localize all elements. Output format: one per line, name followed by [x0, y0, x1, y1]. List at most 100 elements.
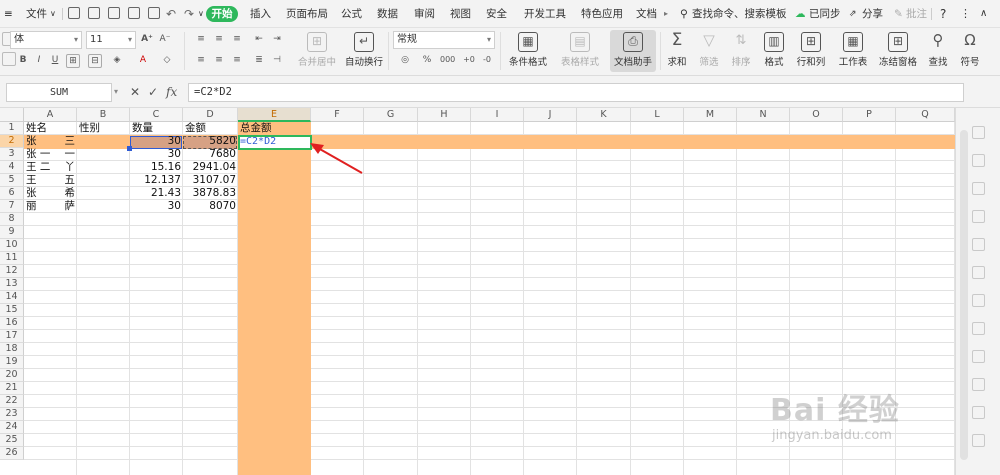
chevron-down-icon[interactable]: ▾: [114, 85, 118, 99]
side-panel-icon[interactable]: [972, 378, 985, 391]
clipboard-icon[interactable]: [2, 52, 16, 66]
row-header[interactable]: 8: [0, 213, 24, 226]
justify-icon[interactable]: ≣: [252, 54, 266, 68]
share-button[interactable]: 分享: [862, 6, 883, 22]
cell-quantity[interactable]: 15.16: [130, 161, 183, 174]
row-header[interactable]: 16: [0, 317, 24, 330]
open-icon[interactable]: [68, 7, 80, 19]
column-header-m[interactable]: M: [684, 108, 737, 122]
row-header[interactable]: 24: [0, 421, 24, 434]
sum-button[interactable]: Σ 求和: [664, 32, 690, 69]
cell-amount[interactable]: 2941.04: [183, 161, 238, 174]
cloud-sync-icon[interactable]: ☁: [795, 6, 806, 22]
tab-security[interactable]: 安全: [486, 6, 507, 22]
cell-name[interactable]: 张希: [24, 187, 77, 200]
format-button[interactable]: ▥ 格式: [760, 32, 788, 68]
search-icon[interactable]: ⚲: [680, 6, 688, 22]
row-header[interactable]: 14: [0, 291, 24, 304]
cell-header-name[interactable]: 姓名: [24, 122, 77, 135]
row-header[interactable]: 4: [0, 161, 24, 174]
tab-special-apps[interactable]: 特色应用: [581, 6, 623, 22]
cell-quantity[interactable]: 30: [130, 148, 183, 161]
increase-font-icon[interactable]: A⁺: [140, 33, 154, 47]
column-header-j[interactable]: J: [524, 108, 577, 122]
thousands-icon[interactable]: 000: [440, 54, 455, 68]
distributed-icon[interactable]: ⊣: [270, 54, 284, 68]
row-header[interactable]: 19: [0, 356, 24, 369]
column-header-f[interactable]: F: [311, 108, 364, 122]
number-format-select[interactable]: 常规 ▾: [393, 31, 495, 49]
redo-icon[interactable]: ↷: [184, 6, 194, 22]
cell-amount[interactable]: 3878.83: [183, 187, 238, 200]
align-right-icon[interactable]: ≡: [230, 54, 244, 68]
chevron-down-icon[interactable]: ∨: [50, 6, 56, 22]
tab-formulas[interactable]: 公式: [341, 6, 362, 22]
row-header[interactable]: 1: [0, 122, 24, 135]
column-header-q[interactable]: Q: [896, 108, 955, 122]
tab-review[interactable]: 审阅: [414, 6, 435, 22]
row-header[interactable]: 17: [0, 330, 24, 343]
insert-function-button[interactable]: fx: [166, 85, 177, 99]
more-options-icon[interactable]: ⋮: [960, 6, 971, 22]
side-panel-icon[interactable]: [972, 210, 985, 223]
cell-name[interactable]: 王 二丫: [24, 161, 77, 174]
cell-total[interactable]: [238, 187, 311, 200]
freeze-panes-button[interactable]: ⊞ 冻结窗格: [876, 32, 920, 68]
row-header[interactable]: 21: [0, 382, 24, 395]
row-header[interactable]: 6: [0, 187, 24, 200]
share-icon[interactable]: ⇗: [849, 6, 857, 22]
side-panel-icon[interactable]: [972, 154, 985, 167]
cell-name[interactable]: 丽萨: [24, 200, 77, 213]
font-size-select[interactable]: 11 ▾: [86, 31, 136, 49]
conditional-format-button[interactable]: ▦ 条件格式: [504, 32, 552, 68]
align-middle-icon[interactable]: ≡: [212, 33, 226, 47]
increase-decimal-icon[interactable]: +0: [462, 54, 476, 68]
column-header-a[interactable]: A: [24, 108, 77, 122]
tab-document[interactable]: 文档: [636, 6, 657, 22]
row-header[interactable]: 23: [0, 408, 24, 421]
tab-scroll-right-icon[interactable]: ▸: [664, 6, 668, 22]
align-top-icon[interactable]: ≡: [194, 33, 208, 47]
cell-header-total[interactable]: 总金额: [238, 122, 311, 135]
column-header-l[interactable]: L: [631, 108, 684, 122]
side-panel-icon[interactable]: [972, 350, 985, 363]
cell-quantity[interactable]: 30: [130, 135, 183, 148]
cell-amount[interactable]: 8070: [183, 200, 238, 213]
filter-button[interactable]: ▽ 筛选: [696, 32, 722, 69]
column-header-d[interactable]: D: [183, 108, 238, 122]
row-header[interactable]: 5: [0, 174, 24, 187]
align-center-icon[interactable]: ≡: [212, 54, 226, 68]
cell-name[interactable]: 王五: [24, 174, 77, 187]
tab-view[interactable]: 视图: [450, 6, 471, 22]
comment-button[interactable]: 批注: [906, 6, 927, 22]
command-search[interactable]: 查找命令、搜索模板: [692, 6, 787, 22]
cell-name[interactable]: 张三: [24, 135, 77, 148]
align-bottom-icon[interactable]: ≡: [230, 33, 244, 47]
border-icon[interactable]: ⊞: [66, 54, 80, 68]
column-header-e[interactable]: E: [238, 108, 311, 122]
row-header[interactable]: 3: [0, 148, 24, 161]
side-panel-icon[interactable]: [972, 434, 985, 447]
underline-icon[interactable]: U: [48, 54, 62, 68]
cell-header-gender[interactable]: 性别: [77, 122, 130, 135]
undo-icon[interactable]: ↶: [166, 6, 176, 22]
cancel-icon[interactable]: ✕: [130, 85, 140, 99]
symbol-button[interactable]: Ω 符号: [956, 32, 984, 69]
cell-quantity[interactable]: 30: [130, 200, 183, 213]
vertical-scrollbar[interactable]: [960, 130, 968, 460]
cell-quantity[interactable]: 12.137: [130, 174, 183, 187]
merge-center-button[interactable]: ⊞ 合并居中: [294, 32, 340, 68]
row-header[interactable]: 15: [0, 304, 24, 317]
help-button[interactable]: ?: [940, 6, 946, 22]
chevron-down-icon[interactable]: ∨: [198, 6, 204, 22]
row-header[interactable]: 18: [0, 343, 24, 356]
select-all-corner[interactable]: [0, 108, 24, 122]
font-color-icon[interactable]: A: [136, 54, 150, 68]
tab-data[interactable]: 数据: [377, 6, 398, 22]
comment-icon[interactable]: ✎: [894, 6, 903, 22]
column-header-c[interactable]: C: [130, 108, 183, 122]
side-panel-icon[interactable]: [972, 406, 985, 419]
row-header[interactable]: 22: [0, 395, 24, 408]
side-panel-icon[interactable]: [972, 126, 985, 139]
currency-icon[interactable]: ◎: [398, 54, 412, 68]
